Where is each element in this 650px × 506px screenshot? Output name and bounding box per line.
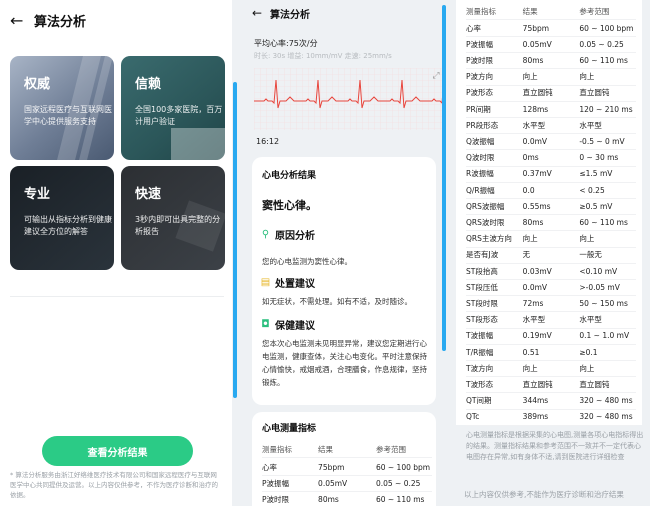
- shield-icon: ◘: [261, 319, 270, 330]
- advice-section-title: ▤ 处置建议: [260, 277, 315, 290]
- diagnosis-result: 窦性心律。: [262, 199, 317, 212]
- average-heart-rate: 平均心率:75次/分: [254, 39, 318, 48]
- table-row: ST段时限 72ms 50 ~ 150 ms: [466, 295, 636, 313]
- table-row: QT间期 344ms 320 ~ 480 ms: [466, 393, 636, 410]
- page-title: 算法分析: [34, 14, 87, 30]
- table-row: P波形态 直立圆钝 直立圆钝: [466, 85, 636, 102]
- table-row: R波振幅 0.37mV ≤1.5 mV: [466, 166, 636, 183]
- feature-card-fast: 快速 3秒内即可出具完整的分析报告: [121, 166, 225, 270]
- expand-icon[interactable]: ⤢: [430, 70, 442, 82]
- analysis-result-card: 心电分析结果 窦性心律。 ⚲ 原因分析 您的心电监测为窦性心律。 ▤ 处置建议 …: [252, 157, 436, 405]
- ecg-timestamp: 16:12: [256, 137, 280, 146]
- table-row: 心率 75bpm 60 ~ 100 bpm: [466, 20, 636, 37]
- intro-screen: ← 算法分析 权威 国家远程医疗与互联网医学中心提供服务支持 信赖 全国100多…: [0, 0, 232, 506]
- card-title: 信赖: [135, 77, 162, 92]
- table-row: T波方向 向上 向上: [466, 360, 636, 378]
- table-row: ST段抬高 0.03mV <0.10 mV: [466, 263, 636, 280]
- disclaimer: * 算法分析服务由浙江好络维医疗技术有限公司和国家远程医疗与互联网医学中心共同提…: [10, 471, 218, 499]
- scrollbar[interactable]: [233, 82, 237, 398]
- table-header: 测量指标 结果 参考范围: [262, 442, 432, 458]
- feature-card-trust: 信赖 全国100多家医院，百万计用户验证: [121, 56, 225, 160]
- table-row: QRS波振幅 0.55ms ≥0.5 mV: [466, 198, 636, 216]
- table-header: 测量指标 结果 参考范围: [466, 3, 636, 20]
- cause-section-title: ⚲ 原因分析: [261, 229, 315, 242]
- card-desc: 国家远程医疗与互联网医学中心提供服务支持: [24, 105, 112, 126]
- table-row: T/R振幅 0.51 ≥0.1: [466, 344, 636, 361]
- feature-card-professional: 专业 可输出从指标分析到健康建议全方位的解答: [10, 166, 114, 270]
- result-card-title: 心电分析结果: [262, 171, 317, 181]
- table-row: ST段压低 0.0mV >-0.05 mV: [466, 279, 636, 297]
- card-desc: 全国100多家医院，百万计用户验证: [135, 105, 223, 126]
- card-title: 快速: [135, 187, 162, 202]
- table-row: P波方向 向上 向上: [466, 69, 636, 86]
- metrics-note: 心电测量指标是根据采集的心电图,测量各项心电指标得出的结果。测量指标结果和参考范…: [466, 431, 644, 461]
- feature-card-authority: 权威 国家远程医疗与互联网医学中心提供服务支持: [10, 56, 114, 160]
- card-desc: 3秒内即可出具完整的分析报告: [135, 215, 221, 236]
- ecg-params: 时长: 30s 增益: 10mm/mV 走速: 25mm/s: [254, 52, 392, 60]
- page-title: 算法分析: [270, 9, 310, 21]
- back-arrow-icon[interactable]: ←: [252, 6, 270, 20]
- table-row: PR间期 128ms 120 ~ 210 ms: [466, 101, 636, 118]
- card-desc: 可输出从指标分析到健康建议全方位的解答: [24, 215, 112, 236]
- ecg-waveform[interactable]: [254, 68, 446, 130]
- note-icon: ▤: [260, 277, 271, 288]
- table-row: P波振幅 0.05mV 0.05 ~ 0.25: [466, 36, 636, 54]
- search-icon: ⚲: [261, 229, 270, 240]
- scrollbar[interactable]: [442, 5, 446, 351]
- table-row: Q波振幅 0.0mV -0.5 ~ 0 mV: [466, 133, 636, 151]
- metrics-card-title: 心电测量指标: [262, 424, 317, 434]
- metrics-screen: 测量指标 结果 参考范围 心率 75bpm 60 ~ 100 bpm P波振幅 0.05…: [446, 0, 650, 506]
- divider: [10, 296, 224, 297]
- analysis-screen: ← 算法分析 平均心率:75次/分 时长: 30s 增益: 10mm/mV 走速…: [232, 0, 446, 506]
- care-section-title: ◘ 保健建议: [261, 319, 315, 332]
- table-row: QRS波时限 80ms 60 ~ 110 ms: [466, 214, 636, 232]
- table-row: PR段形态 水平型 水平型: [466, 117, 636, 135]
- table-row: Q/R振幅 0.0 < 0.25: [466, 182, 636, 199]
- table-row: P波时限 80ms 60 ~ 110 ms: [466, 52, 636, 70]
- metrics-table: 测量指标 结果 参考范围 心率 75bpm 60 ~ 100 bpm P波振幅 0.05…: [456, 0, 642, 426]
- table-row: P波振幅 0.05mV 0.05 ~ 0.25: [262, 476, 432, 492]
- card-title: 专业: [24, 187, 51, 202]
- table-row: ST段形态 水平型 水平型: [466, 312, 636, 329]
- header: ← 算法分析: [252, 5, 310, 21]
- table-row: QRS主波方向 向上 向上: [466, 231, 636, 248]
- table-row: 是否有J波无一般无: [466, 247, 636, 264]
- table-row: T波形态 直立圆钝 直立圆钝: [466, 376, 636, 394]
- header: ← 算法分析: [0, 0, 232, 40]
- footer-disclaimer: 以上内容仅供参考,不能作为医疗诊断和治疗结果: [464, 490, 624, 499]
- table-row: QTc 389ms 320 ~ 480 ms: [466, 409, 636, 426]
- table-row: 心率 75bpm 60 ~ 100 bpm: [262, 460, 432, 476]
- table-row: T波振幅 0.19mV 0.1 ~ 1.0 mV: [466, 328, 636, 345]
- advice-text: 如无症状，不需处理。如有不适，及时随诊。: [262, 297, 412, 306]
- cause-text: 您的心电监测为窦性心律。: [262, 257, 352, 266]
- metrics-card: 心电测量指标 测量指标 结果 参考范围 心率 75bpm 60 ~ 100 bp…: [252, 412, 436, 506]
- care-text: 您本次心电监测未见明显异常，建议您定期进行心电监测，健康查体，关注心电变化。平时…: [262, 339, 427, 387]
- table-row: Q波时限 0ms 0 ~ 30 ms: [466, 150, 636, 167]
- table-row: P波时限 80ms 60 ~ 110 ms: [262, 492, 432, 506]
- card-title: 权威: [24, 77, 51, 92]
- view-results-button[interactable]: 查看分析结果: [42, 436, 193, 466]
- back-arrow-icon[interactable]: ←: [10, 11, 24, 30]
